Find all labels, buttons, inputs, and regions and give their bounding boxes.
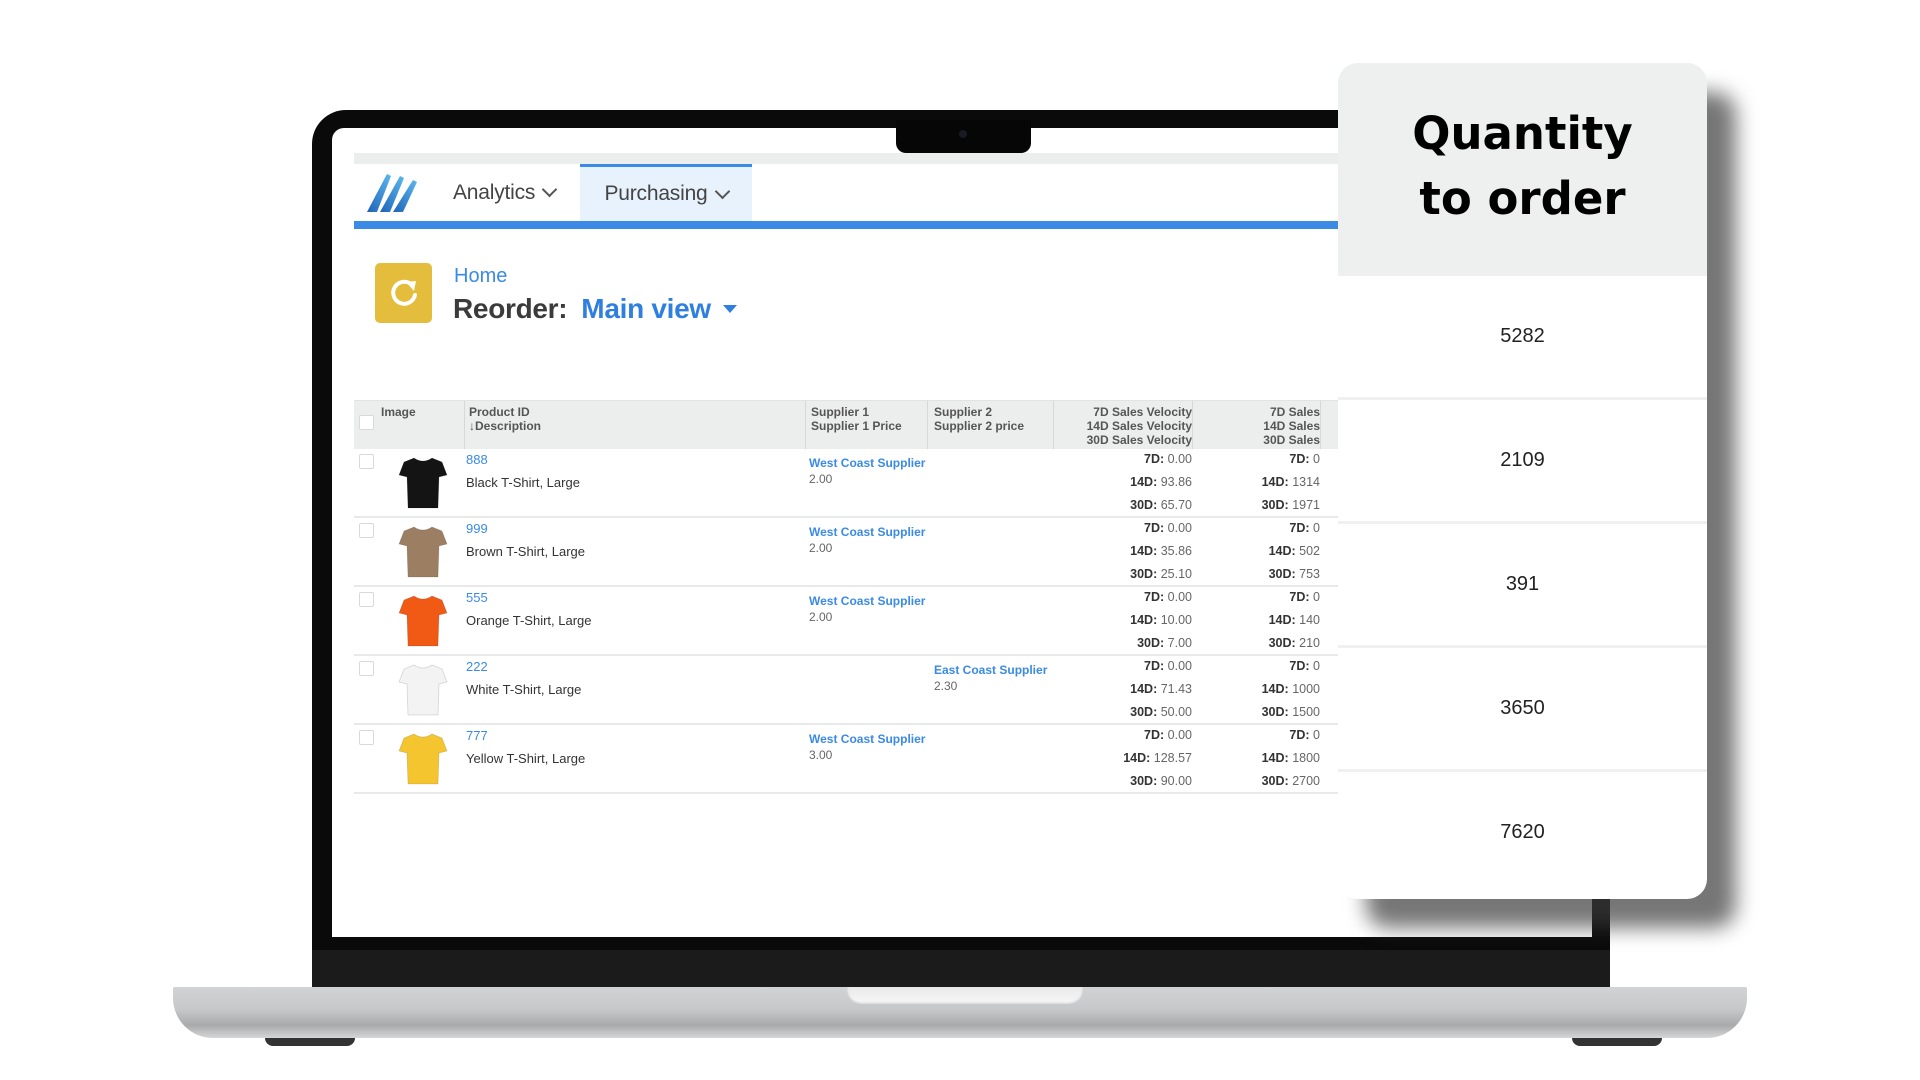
header-product[interactable]: Product ID ↓Description: [449, 405, 669, 433]
product-id-link[interactable]: 555: [466, 590, 488, 605]
row-checkbox[interactable]: [359, 730, 374, 745]
logo-icon[interactable]: [367, 172, 419, 214]
header-description: ↓Description: [469, 419, 542, 433]
nav-analytics-label: Analytics: [453, 180, 536, 204]
sales-totals: 7D: 0 14D: 1000 30D: 1500: [1261, 659, 1320, 719]
tshirt-image: [398, 457, 448, 509]
header-vel14: 14D Sales Velocity: [1086, 419, 1192, 433]
supplier1-link[interactable]: West Coast Supplier: [809, 594, 925, 608]
header-sales[interactable]: 7D Sales 14D Sales 30D Sales: [1263, 405, 1320, 447]
product-description: Black T-Shirt, Large: [466, 475, 580, 490]
header-vel7: 7D Sales Velocity: [1093, 405, 1192, 419]
supplier1-price: 2.00: [809, 541, 833, 555]
view-selector[interactable]: Main view: [581, 293, 737, 325]
refresh-icon: [375, 263, 432, 323]
laptop-chin: [312, 950, 1610, 987]
camera-icon: [959, 130, 967, 138]
sales-velocity: 7D: 0.00 14D: 128.57 30D: 90.00: [1123, 728, 1192, 788]
supplier1-price: 2.00: [809, 472, 833, 486]
header-supplier1-price: Supplier 1 Price: [811, 419, 902, 433]
header-supplier1[interactable]: Supplier 1 Supplier 1 Price: [811, 405, 902, 433]
nav-analytics[interactable]: Analytics: [453, 164, 558, 221]
column-divider: [1053, 401, 1054, 449]
supplier1-price: 3.00: [809, 748, 833, 762]
header-product-id: Product ID: [469, 405, 530, 419]
row-checkbox[interactable]: [359, 661, 374, 676]
supplier1-price: 2.00: [809, 610, 833, 624]
product-id-link[interactable]: 888: [466, 452, 488, 467]
header-sales30: 30D Sales: [1263, 433, 1320, 447]
breadcrumb-home[interactable]: Home: [454, 265, 507, 288]
nav-purchasing[interactable]: Purchasing: [580, 164, 752, 221]
header-supplier2-price: Supplier 2 price: [934, 419, 1025, 433]
product-id-link[interactable]: 999: [466, 521, 488, 536]
header-supplier1-label: Supplier 1: [811, 405, 870, 419]
supplier1-link[interactable]: West Coast Supplier: [809, 732, 925, 746]
tshirt-image: [398, 526, 448, 578]
laptop-base: [173, 987, 1747, 1038]
nav-purchasing-label: Purchasing: [604, 182, 708, 205]
tshirt-image: [398, 733, 448, 785]
header-vel30: 30D Sales Velocity: [1086, 433, 1192, 447]
sales-totals: 7D: 0 14D: 1314 30D: 1971: [1261, 452, 1320, 512]
sales-totals: 7D: 0 14D: 140 30D: 210: [1268, 590, 1320, 650]
caret-down-icon: [722, 305, 737, 313]
product-description: Brown T-Shirt, Large: [466, 544, 585, 559]
column-divider: [1320, 401, 1321, 449]
supplier1-link[interactable]: West Coast Supplier: [809, 525, 925, 539]
quantity-card: Quantity to order 5282 2109 391 3650 762…: [1338, 63, 1707, 899]
select-all-checkbox[interactable]: [359, 415, 374, 430]
quantity-value: 2109: [1338, 397, 1707, 521]
quantity-value: 5282: [1338, 273, 1707, 397]
header-sales-velocity[interactable]: 7D Sales Velocity 14D Sales Velocity 30D…: [1087, 405, 1192, 447]
product-id-link[interactable]: 222: [466, 659, 488, 674]
view-selector-label: Main view: [581, 293, 711, 324]
tshirt-image: [398, 595, 448, 647]
product-description: White T-Shirt, Large: [466, 682, 582, 697]
supplier1-link[interactable]: West Coast Supplier: [809, 456, 925, 470]
sales-totals: 7D: 0 14D: 1800 30D: 2700: [1261, 728, 1320, 788]
sales-velocity: 7D: 0.00 14D: 10.00 30D: 7.00: [1130, 590, 1192, 650]
sales-totals: 7D: 0 14D: 502 30D: 753: [1268, 521, 1320, 581]
laptop-lid-opening: [847, 987, 1083, 1004]
header-sales14: 14D Sales: [1263, 419, 1320, 433]
row-checkbox[interactable]: [359, 592, 374, 607]
tshirt-image: [398, 664, 448, 716]
header-sales7: 7D Sales: [1269, 405, 1320, 419]
page-title: Reorder: Main view: [453, 293, 737, 325]
column-divider: [927, 401, 928, 449]
product-description: Yellow T-Shirt, Large: [466, 751, 586, 766]
header-supplier2[interactable]: Supplier 2 Supplier 2 price: [934, 405, 1024, 433]
page-title-label: Reorder:: [453, 293, 568, 324]
product-description: Orange T-Shirt, Large: [466, 613, 592, 628]
quantity-card-title: Quantity to order: [1412, 107, 1633, 225]
sales-velocity: 7D: 0.00 14D: 35.86 30D: 25.10: [1130, 521, 1192, 581]
camera-notch: [896, 120, 1031, 153]
chevron-down-icon: [541, 181, 558, 198]
laptop-foot-right: [1572, 1038, 1662, 1046]
column-divider: [1192, 401, 1193, 449]
quantity-card-header: Quantity to order: [1338, 63, 1707, 273]
laptop-foot-left: [265, 1038, 355, 1046]
chevron-down-icon: [714, 183, 730, 199]
quantity-value: 391: [1338, 521, 1707, 645]
sales-velocity: 7D: 0.00 14D: 93.86 30D: 65.70: [1130, 452, 1192, 512]
row-checkbox[interactable]: [359, 523, 374, 538]
sales-velocity: 7D: 0.00 14D: 71.43 30D: 50.00: [1130, 659, 1192, 719]
supplier2-price: 2.30: [934, 679, 958, 693]
header-supplier2-label: Supplier 2: [934, 405, 993, 419]
quantity-value: 3650: [1338, 645, 1707, 769]
product-id-link[interactable]: 777: [466, 728, 488, 743]
header-image: Image: [381, 405, 416, 419]
quantity-value: 7620: [1338, 769, 1707, 893]
column-divider: [805, 401, 806, 449]
supplier2-link[interactable]: East Coast Supplier: [934, 663, 1047, 677]
row-checkbox[interactable]: [359, 454, 374, 469]
